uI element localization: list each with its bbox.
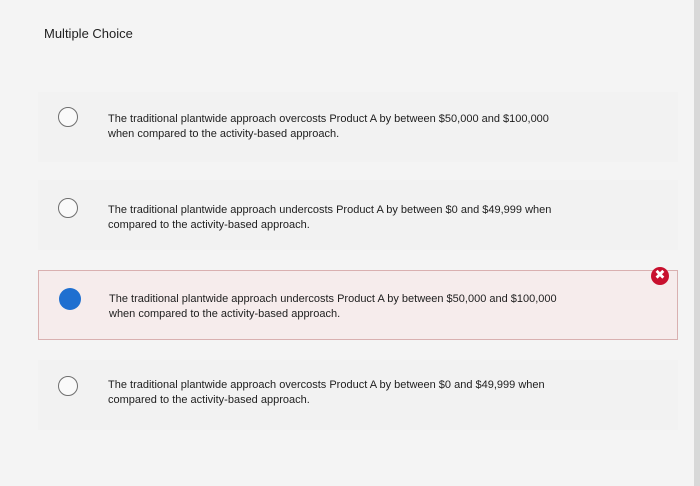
answer-option-1[interactable]: The traditional plantwide approach overc…	[38, 92, 678, 162]
radio-button-2[interactable]	[58, 198, 78, 218]
answer-option-text-4: The traditional plantwide approach overc…	[108, 379, 545, 406]
radio-button-4[interactable]	[58, 376, 78, 396]
question-type-label: Multiple Choice	[44, 26, 133, 41]
close-icon: ✖	[651, 267, 669, 285]
answer-option-2[interactable]: The traditional plantwide approach under…	[38, 180, 678, 250]
answer-option-text-1: The traditional plantwide approach overc…	[108, 113, 549, 140]
quiz-panel: Multiple Choice The traditional plantwid…	[0, 0, 700, 486]
radio-button-3-selected[interactable]	[59, 288, 81, 310]
radio-button-1[interactable]	[58, 107, 78, 127]
scrollbar-track[interactable]	[694, 0, 700, 486]
answer-option-text-2: The traditional plantwide approach under…	[108, 204, 552, 231]
answer-option-4[interactable]: The traditional plantwide approach overc…	[38, 360, 678, 430]
answer-option-text-3: The traditional plantwide approach under…	[109, 293, 557, 320]
answer-option-3[interactable]: The traditional plantwide approach under…	[38, 267, 678, 340]
